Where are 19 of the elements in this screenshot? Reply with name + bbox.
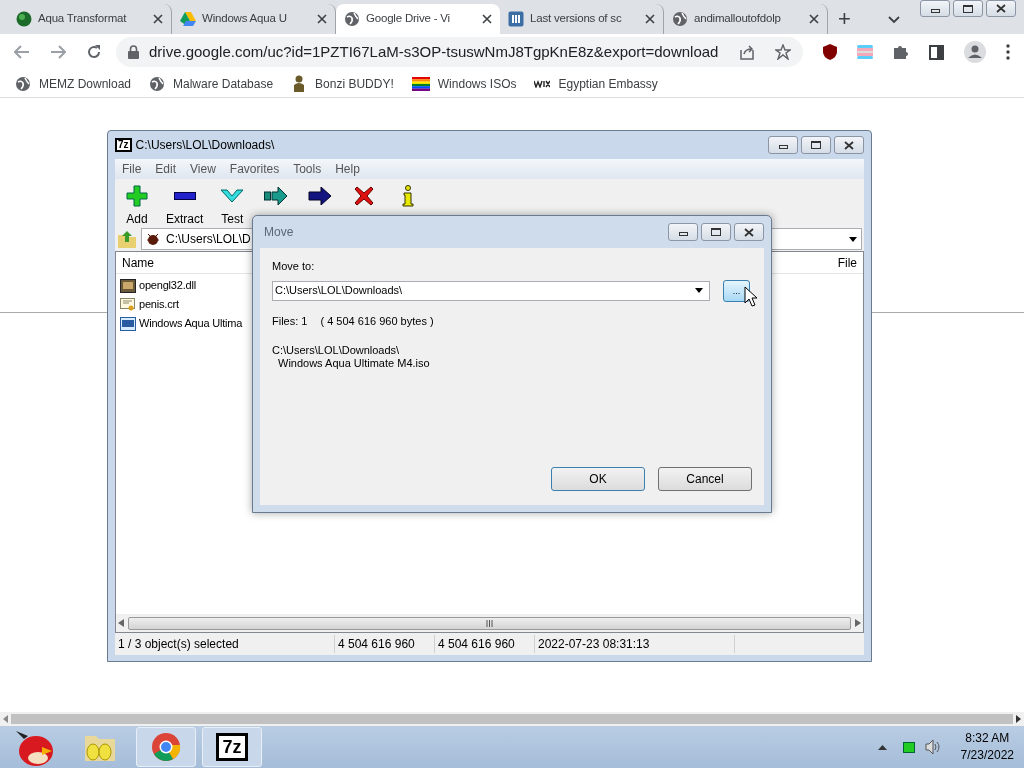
- tab-title: Google Drive - Vi: [366, 11, 450, 27]
- status-text: 2022-07-23 08:31:13: [535, 635, 735, 653]
- source-file: Windows Aqua Ultimate M4.iso: [277, 357, 431, 370]
- tab-title: andimalloutofdolp: [694, 11, 781, 27]
- url-text: drive.google.com/uc?id=1PZTI67LaM-s3OP-tsuswNmJ8TgpKnE8z&export=download: [149, 41, 719, 62]
- dialog-title: Move: [263, 224, 294, 241]
- status-text: 4 504 616 960: [335, 635, 435, 653]
- source-path: C:\Users\LOL\Downloads\: [272, 344, 401, 357]
- field-label: Move to:: [272, 259, 316, 274]
- tab-title: Aqua Transformat: [38, 11, 127, 27]
- files-size: ( 4 504 616 960 bytes ): [320, 313, 434, 329]
- sevenzip-logo: 7z: [216, 733, 248, 761]
- window-title: C:\Users\LOL\Downloads\: [135, 137, 275, 154]
- tab-title: Last versions of sc: [530, 11, 622, 27]
- status-text: 4 504 616 960: [435, 635, 535, 653]
- app-logo: 7z: [115, 138, 132, 152]
- files-count: Files: 1: [272, 313, 308, 329]
- status-text: 1 / 3 object(s) selected: [115, 635, 335, 653]
- tab-title: Windows Aqua U: [202, 11, 287, 27]
